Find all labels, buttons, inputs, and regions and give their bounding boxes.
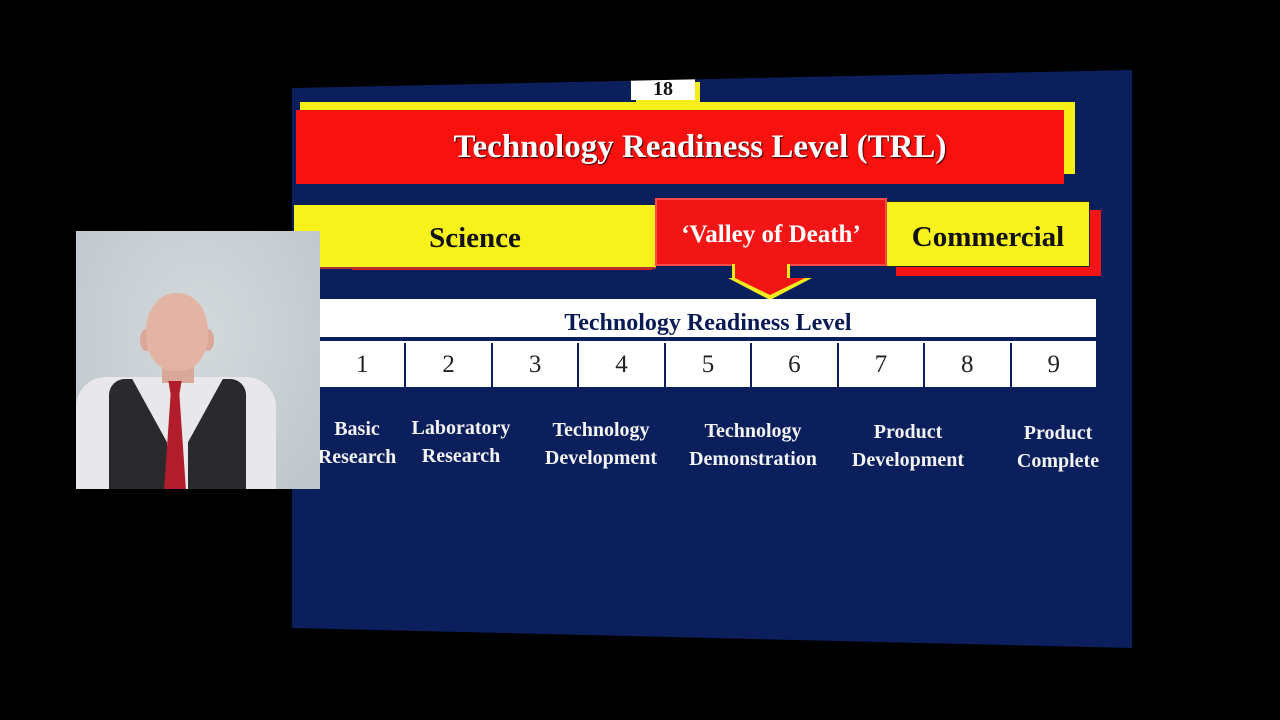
stage-line: Demonstration (689, 448, 817, 470)
stage-line: Development (851, 449, 965, 471)
stage-label: Technology Development (534, 416, 668, 472)
stage-line: Technology (552, 419, 650, 441)
stage-line: Research (421, 445, 501, 467)
stage-line: Complete (1016, 450, 1100, 472)
stage-line: Laboratory (411, 417, 511, 439)
level-cell: 3 (490, 343, 577, 387)
scale-title: Technology Readiness Level (320, 299, 1096, 341)
stage-label: Technology Demonstration (676, 417, 830, 473)
level-cell: 8 (923, 343, 1009, 387)
level-cell: 2 (404, 343, 490, 387)
stage-line: Development (544, 447, 658, 469)
phase-commercial: Commercial (886, 201, 1090, 267)
level-cell: 5 (663, 343, 750, 387)
stage-label: Product Development (838, 418, 978, 474)
presenter-head (146, 293, 208, 371)
phase-science: Science (294, 205, 656, 269)
level-cell: 9 (1009, 343, 1096, 387)
scale-levels: 1 2 3 4 5 6 7 8 9 (320, 343, 1096, 387)
stage-line: Technology (704, 420, 802, 442)
level-cell: 6 (750, 343, 836, 387)
trl-scale: Technology Readiness Level 1 2 3 4 5 6 7… (320, 299, 1096, 387)
down-arrow-fill (735, 278, 805, 295)
phase-valley-of-death: ‘Valley of Death’ (655, 198, 887, 266)
level-cell: 4 (577, 343, 663, 387)
slide-title: Technology Readiness Level (TRL) (296, 110, 1064, 184)
level-cell: 1 (355, 351, 369, 378)
stage-label: Product Complete (1002, 419, 1114, 475)
presenter-video (76, 231, 320, 489)
level-cell: 7 (836, 343, 923, 387)
stage-label: Laboratory Research (402, 414, 520, 470)
page-number: 18 (631, 78, 695, 100)
stage-line: Product (1023, 422, 1093, 444)
stage-line: Product (873, 421, 943, 443)
presentation-slide: 18 Technology Readiness Level (TRL) Scie… (292, 70, 1132, 648)
